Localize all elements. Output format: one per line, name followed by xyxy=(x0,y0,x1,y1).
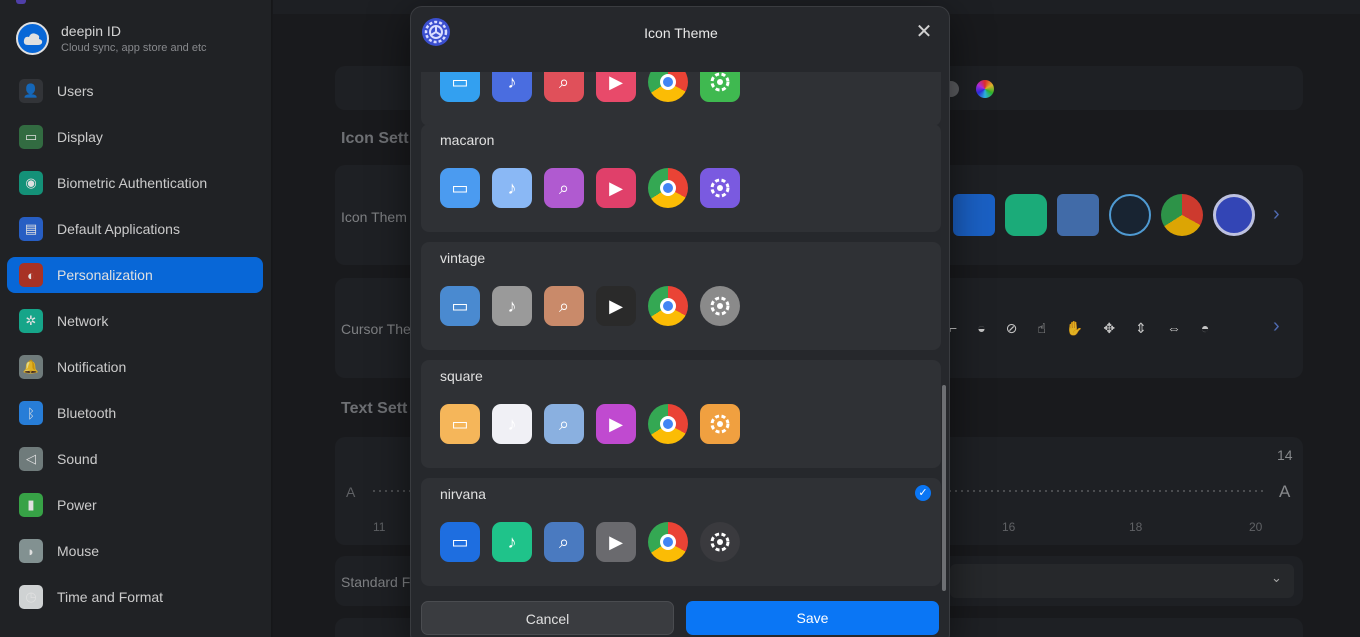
settings-icon xyxy=(700,286,740,326)
theme-list: ▭ ♪ ⌕ ▶ macaron ▭ ♪ ⌕ ▶ vintage ▭ ♪ ⌕ ▶ square ▭ ♪ ⌕ ▶ nirv… xyxy=(421,72,941,592)
image-viewer-icon: ⌕ xyxy=(544,404,584,444)
save-button[interactable]: Save xyxy=(686,601,939,635)
theme-icon-row: ▭ ♪ ⌕ ▶ xyxy=(440,168,740,208)
selected-check-icon: ✓ xyxy=(915,485,931,501)
settings-icon xyxy=(700,168,740,208)
theme-icon-row: ▭ ♪ ⌕ ▶ xyxy=(440,404,740,444)
chrome-icon xyxy=(648,72,688,102)
video-player-icon: ▶ xyxy=(596,404,636,444)
file-manager-icon: ▭ xyxy=(440,168,480,208)
theme-icon-row: ▭ ♪ ⌕ ▶ xyxy=(440,72,740,102)
chrome-icon xyxy=(648,522,688,562)
cancel-button[interactable]: Cancel xyxy=(421,601,674,635)
chrome-icon xyxy=(648,168,688,208)
theme-name: nirvana xyxy=(440,486,486,502)
video-player-icon: ▶ xyxy=(596,522,636,562)
file-manager-icon: ▭ xyxy=(440,522,480,562)
chrome-icon xyxy=(648,286,688,326)
theme-list-scrollbar[interactable] xyxy=(942,385,946,591)
icon-theme-dialog: Icon Theme ✕ ▭ ♪ ⌕ ▶ macaron ▭ ♪ ⌕ ▶ vintage ▭ ♪ ⌕ ▶ s… xyxy=(410,6,950,637)
settings-icon xyxy=(700,522,740,562)
theme-name: square xyxy=(440,368,483,384)
music-icon: ♪ xyxy=(492,286,532,326)
settings-icon xyxy=(700,404,740,444)
file-manager-icon: ▭ xyxy=(440,286,480,326)
image-viewer-icon: ⌕ xyxy=(544,522,584,562)
music-icon: ♪ xyxy=(492,522,532,562)
settings-icon xyxy=(700,72,740,102)
music-icon: ♪ xyxy=(492,168,532,208)
theme-card-vintage[interactable]: vintage ▭ ♪ ⌕ ▶ xyxy=(421,242,941,350)
video-player-icon: ▶ xyxy=(596,286,636,326)
theme-name: vintage xyxy=(440,250,486,266)
music-icon: ♪ xyxy=(492,72,532,102)
theme-card-macaron[interactable]: macaron ▭ ♪ ⌕ ▶ xyxy=(421,124,941,232)
image-viewer-icon: ⌕ xyxy=(544,168,584,208)
file-manager-icon: ▭ xyxy=(440,72,480,102)
music-icon: ♪ xyxy=(492,404,532,444)
close-icon[interactable]: ✕ xyxy=(913,21,935,43)
theme-card-square[interactable]: square ▭ ♪ ⌕ ▶ xyxy=(421,360,941,468)
theme-card-nirvana[interactable]: nirvana ✓ ▭ ♪ ⌕ ▶ xyxy=(421,478,941,586)
file-manager-icon: ▭ xyxy=(440,404,480,444)
video-player-icon: ▶ xyxy=(596,72,636,102)
theme-icon-row: ▭ ♪ ⌕ ▶ xyxy=(440,286,740,326)
image-viewer-icon: ⌕ xyxy=(544,72,584,102)
chrome-icon xyxy=(648,404,688,444)
theme-name: macaron xyxy=(440,132,495,148)
image-viewer-icon: ⌕ xyxy=(544,286,584,326)
video-player-icon: ▶ xyxy=(596,168,636,208)
theme-icon-row: ▭ ♪ ⌕ ▶ xyxy=(440,522,740,562)
theme-card[interactable]: ▭ ♪ ⌕ ▶ xyxy=(421,72,941,126)
dialog-title: Icon Theme xyxy=(644,25,718,41)
